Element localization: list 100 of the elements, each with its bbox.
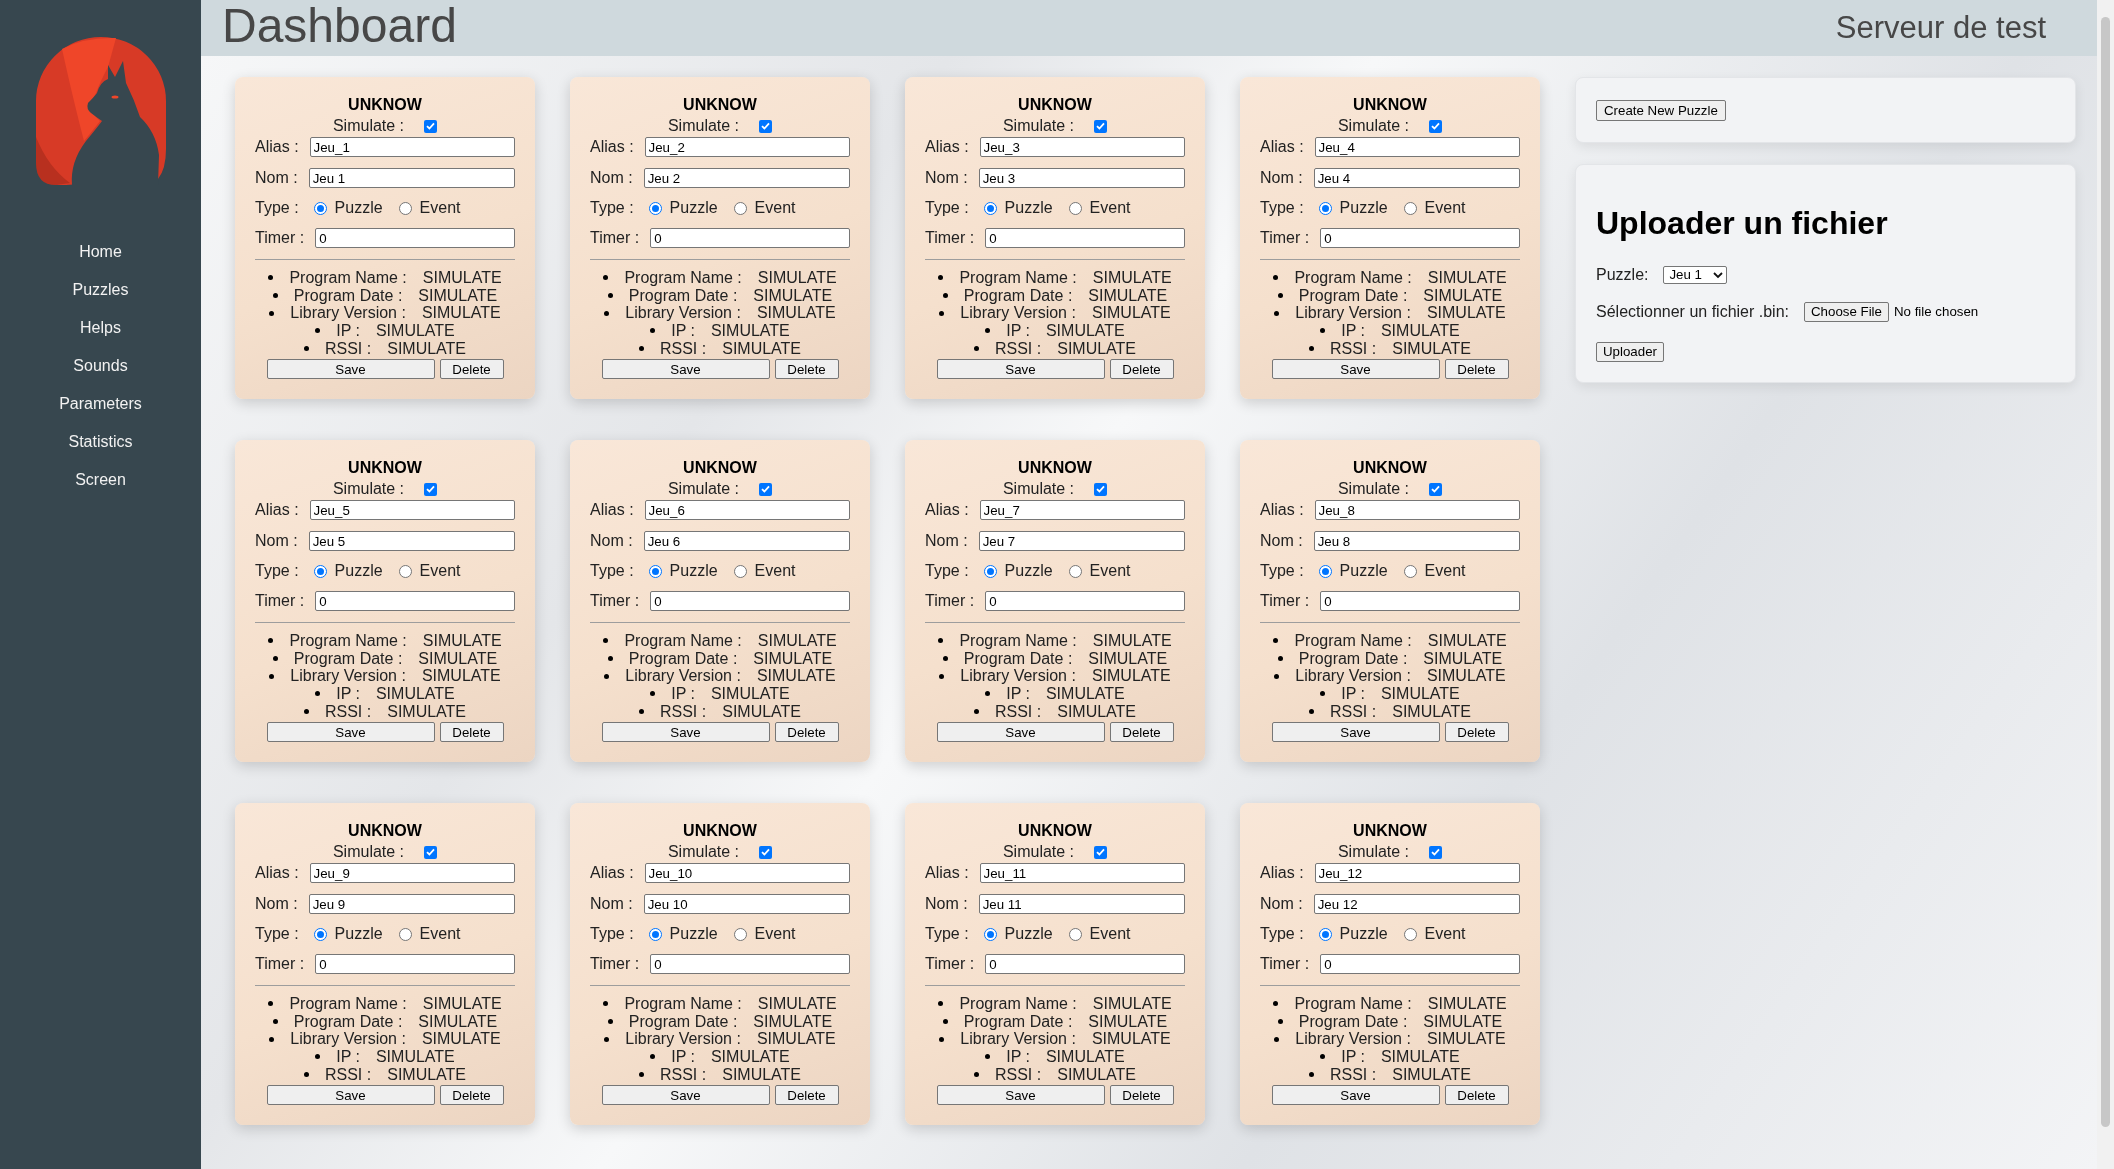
- type-radio[interactable]: [983, 927, 997, 941]
- alias-field[interactable]: Jeu_2: [644, 137, 850, 157]
- timer-field[interactable]: 0: [1320, 228, 1520, 248]
- alias-field[interactable]: Jeu_11: [979, 863, 1185, 883]
- alias-field[interactable]: Jeu_5: [309, 500, 515, 520]
- type-radio[interactable]: [1403, 564, 1417, 578]
- alias-field[interactable]: Jeu_12: [1314, 863, 1520, 883]
- simulate-checkbox[interactable]: [1429, 119, 1443, 133]
- simulate-checkbox[interactable]: [424, 119, 438, 133]
- timer-field[interactable]: 0: [650, 228, 850, 248]
- nav-link[interactable]: Sounds: [73, 355, 128, 375]
- type-radio[interactable]: [1318, 927, 1332, 941]
- delete-button[interactable]: Delete: [439, 359, 504, 380]
- delete-button[interactable]: Delete: [774, 359, 839, 380]
- choose-file-button[interactable]: Choose File: [1804, 302, 1889, 322]
- type-radio[interactable]: [398, 927, 412, 941]
- nav-link[interactable]: Statistics: [68, 431, 133, 451]
- simulate-checkbox[interactable]: [424, 482, 438, 496]
- type-radio[interactable]: [313, 564, 327, 578]
- type-radio[interactable]: [733, 564, 747, 578]
- nom-field[interactable]: Jeu 7: [978, 531, 1185, 551]
- timer-field[interactable]: 0: [985, 228, 1185, 248]
- simulate-checkbox[interactable]: [1094, 845, 1108, 859]
- type-radio[interactable]: [1068, 201, 1082, 215]
- save-button[interactable]: Save: [1271, 359, 1440, 380]
- type-radio[interactable]: [733, 201, 747, 215]
- simulate-checkbox[interactable]: [1429, 845, 1443, 859]
- type-radio[interactable]: [313, 927, 327, 941]
- timer-field[interactable]: 0: [650, 954, 850, 974]
- nom-field[interactable]: Jeu 4: [1313, 168, 1520, 188]
- delete-button[interactable]: Delete: [1444, 722, 1509, 743]
- create-puzzle-button[interactable]: Create New Puzzle: [1596, 100, 1726, 122]
- nom-field[interactable]: Jeu 10: [643, 894, 850, 914]
- save-button[interactable]: Save: [266, 722, 435, 743]
- puzzle-select[interactable]: Jeu 1: [1663, 266, 1728, 284]
- nom-field[interactable]: Jeu 12: [1313, 894, 1520, 914]
- delete-button[interactable]: Delete: [439, 722, 504, 743]
- save-button[interactable]: Save: [601, 722, 770, 743]
- save-button[interactable]: Save: [266, 359, 435, 380]
- type-radio[interactable]: [1403, 201, 1417, 215]
- type-radio[interactable]: [983, 201, 997, 215]
- save-button[interactable]: Save: [936, 359, 1105, 380]
- simulate-checkbox[interactable]: [424, 845, 438, 859]
- type-radio[interactable]: [1318, 201, 1332, 215]
- uploader-button[interactable]: Uploader: [1596, 342, 1664, 362]
- timer-field[interactable]: 0: [315, 591, 515, 611]
- save-button[interactable]: Save: [1271, 722, 1440, 743]
- type-radio[interactable]: [648, 201, 662, 215]
- nav-link[interactable]: Helps: [80, 317, 121, 337]
- alias-field[interactable]: Jeu_7: [979, 500, 1185, 520]
- delete-button[interactable]: Delete: [1444, 359, 1509, 380]
- timer-field[interactable]: 0: [650, 591, 850, 611]
- alias-field[interactable]: Jeu_9: [309, 863, 515, 883]
- timer-field[interactable]: 0: [315, 228, 515, 248]
- save-button[interactable]: Save: [936, 722, 1105, 743]
- simulate-checkbox[interactable]: [759, 119, 773, 133]
- save-button[interactable]: Save: [936, 1085, 1105, 1106]
- timer-field[interactable]: 0: [985, 591, 1185, 611]
- simulate-checkbox[interactable]: [1094, 119, 1108, 133]
- type-radio[interactable]: [1403, 927, 1417, 941]
- nom-field[interactable]: Jeu 6: [643, 531, 850, 551]
- alias-field[interactable]: Jeu_4: [1314, 137, 1520, 157]
- nom-field[interactable]: Jeu 1: [308, 168, 515, 188]
- nav-link[interactable]: Screen: [75, 469, 126, 489]
- timer-field[interactable]: 0: [1320, 954, 1520, 974]
- delete-button[interactable]: Delete: [1109, 1085, 1174, 1106]
- delete-button[interactable]: Delete: [1444, 1085, 1509, 1106]
- delete-button[interactable]: Delete: [774, 722, 839, 743]
- nav-link[interactable]: Puzzles: [72, 279, 129, 299]
- delete-button[interactable]: Delete: [774, 1085, 839, 1106]
- type-radio[interactable]: [1318, 564, 1332, 578]
- nom-field[interactable]: Jeu 3: [978, 168, 1185, 188]
- simulate-checkbox[interactable]: [759, 845, 773, 859]
- nav-link[interactable]: Parameters: [59, 393, 142, 413]
- nav-link[interactable]: Home: [79, 241, 122, 261]
- type-radio[interactable]: [398, 201, 412, 215]
- scrollbar[interactable]: [2097, 0, 2114, 1169]
- simulate-checkbox[interactable]: [759, 482, 773, 496]
- save-button[interactable]: Save: [601, 359, 770, 380]
- type-radio[interactable]: [733, 927, 747, 941]
- nom-field[interactable]: Jeu 8: [1313, 531, 1520, 551]
- type-radio[interactable]: [398, 564, 412, 578]
- alias-field[interactable]: Jeu_8: [1314, 500, 1520, 520]
- type-radio[interactable]: [648, 564, 662, 578]
- type-radio[interactable]: [983, 564, 997, 578]
- nom-field[interactable]: Jeu 5: [308, 531, 515, 551]
- timer-field[interactable]: 0: [985, 954, 1185, 974]
- type-radio[interactable]: [648, 927, 662, 941]
- alias-field[interactable]: Jeu_6: [644, 500, 850, 520]
- simulate-checkbox[interactable]: [1094, 482, 1108, 496]
- alias-field[interactable]: Jeu_10: [644, 863, 850, 883]
- nom-field[interactable]: Jeu 9: [308, 894, 515, 914]
- alias-field[interactable]: Jeu_3: [979, 137, 1185, 157]
- type-radio[interactable]: [1068, 927, 1082, 941]
- delete-button[interactable]: Delete: [1109, 722, 1174, 743]
- nom-field[interactable]: Jeu 2: [643, 168, 850, 188]
- type-radio[interactable]: [313, 201, 327, 215]
- timer-field[interactable]: 0: [315, 954, 515, 974]
- delete-button[interactable]: Delete: [439, 1085, 504, 1106]
- type-radio[interactable]: [1068, 564, 1082, 578]
